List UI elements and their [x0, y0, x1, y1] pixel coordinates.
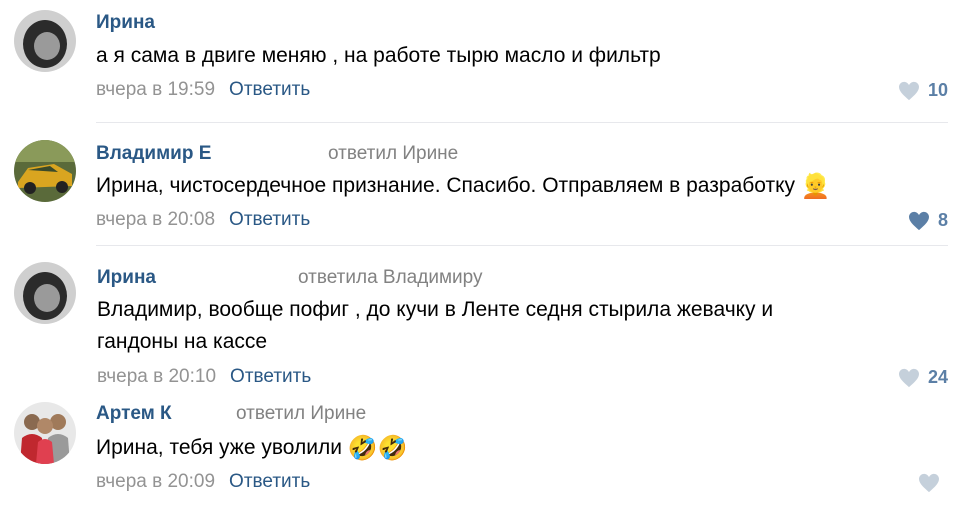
divider [96, 122, 948, 123]
avatar[interactable] [14, 402, 76, 464]
heart-icon [919, 473, 939, 493]
comment-body: Ирина, тебя уже уволили [96, 436, 342, 459]
comment-date[interactable]: вчера в 20:10 [97, 366, 216, 387]
reply-button[interactable]: Ответить [229, 209, 310, 230]
like-button[interactable]: 8 [908, 210, 948, 231]
avatar[interactable] [14, 10, 76, 72]
like-count: 24 [927, 367, 948, 387]
comment-text: Ирина, чистосердечное признание. Спасибо… [96, 170, 831, 203]
like-button[interactable]: 24 [898, 367, 948, 388]
author-name[interactable]: Артем К [96, 403, 172, 425]
comment-date[interactable]: вчера в 20:09 [96, 471, 215, 492]
author-name[interactable]: Ирина [96, 12, 155, 34]
redaction [173, 403, 233, 427]
comment-meta: вчера в 20:08 Ответить [96, 209, 310, 231]
reply-button[interactable]: Ответить [230, 366, 311, 387]
comment-meta: вчера в 20:10 Ответить [97, 366, 311, 388]
redaction [170, 267, 288, 291]
comment-text: а я сама в двиге меняю , на работе тырю … [96, 44, 661, 67]
comment-meta: вчера в 19:59 Ответить [96, 79, 310, 101]
comment-date[interactable]: вчера в 20:08 [96, 209, 215, 230]
author-name[interactable]: Владимир Е [96, 143, 211, 165]
reply-button[interactable]: Ответить [229, 471, 310, 492]
divider [96, 245, 948, 246]
reply-to-label[interactable]: ответил Ирине [328, 143, 458, 165]
heart-icon [908, 211, 929, 230]
comment-text: Ирина, тебя уже уволили 🤣🤣 [96, 432, 408, 465]
like-button[interactable] [918, 473, 948, 493]
comment-body: Ирина, чистосердечное признание. Спасибо… [96, 174, 796, 197]
comment-text-line-2: гандоны на кассе [97, 330, 268, 353]
like-count: 10 [927, 80, 948, 100]
reply-button[interactable]: Ответить [229, 79, 310, 100]
heart-icon [898, 81, 919, 100]
heart-icon [898, 368, 919, 387]
like-count: 8 [937, 210, 948, 230]
redaction [213, 143, 318, 167]
comment-meta: вчера в 20:09 Ответить [96, 471, 310, 493]
avatar[interactable] [14, 140, 76, 202]
rofl-emoji: 🤣🤣 [347, 435, 408, 462]
reply-to-label[interactable]: ответила Владимиру [298, 267, 482, 289]
avatar[interactable] [14, 262, 76, 324]
reply-to-label[interactable]: ответил Ирине [236, 403, 366, 425]
comment-text-line-1: Владимир, вообще пофиг , до кучи в Ленте… [97, 298, 774, 321]
author-name[interactable]: Ирина [97, 267, 156, 289]
comment-date[interactable]: вчера в 19:59 [96, 79, 215, 100]
like-button[interactable]: 10 [898, 80, 948, 101]
person-emoji: 👱 [800, 173, 831, 200]
